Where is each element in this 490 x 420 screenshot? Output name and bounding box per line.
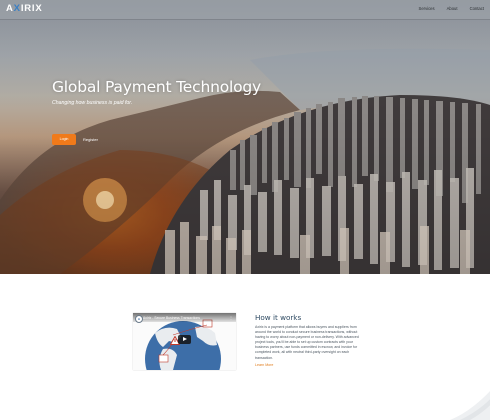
more-options-icon[interactable]: ⋮ [229,315,233,320]
login-button[interactable]: Login [52,134,76,145]
how-it-works-title: How it works [255,313,302,322]
hero-subtitle: Changing how business is paid for. [52,100,133,106]
nav-link-contact[interactable]: Contact [470,6,484,11]
register-button[interactable]: Register [83,134,98,145]
nav-links: Services About Contact [419,6,484,11]
video-title[interactable]: Axirix - Secure Business Transactions [143,316,200,320]
top-navbar: AXIRIX Services About Contact [0,0,490,20]
how-it-works-body: Axirix is a payment platform that allows… [255,325,359,360]
video-player[interactable]: A Axirix - Secure Business Transactions … [133,313,236,370]
page-curl-decoration [450,391,490,420]
hero-section: Global Payment Technology Changing how b… [0,0,490,274]
learn-more-link[interactable]: Learn More [255,363,273,367]
nav-link-services[interactable]: Services [419,6,435,11]
channel-avatar[interactable]: A [135,314,143,323]
brand-logo[interactable]: AXIRIX [6,3,43,14]
nav-link-about[interactable]: About [447,6,458,11]
play-icon[interactable] [178,335,191,344]
hero-title: Global Payment Technology [52,78,261,96]
